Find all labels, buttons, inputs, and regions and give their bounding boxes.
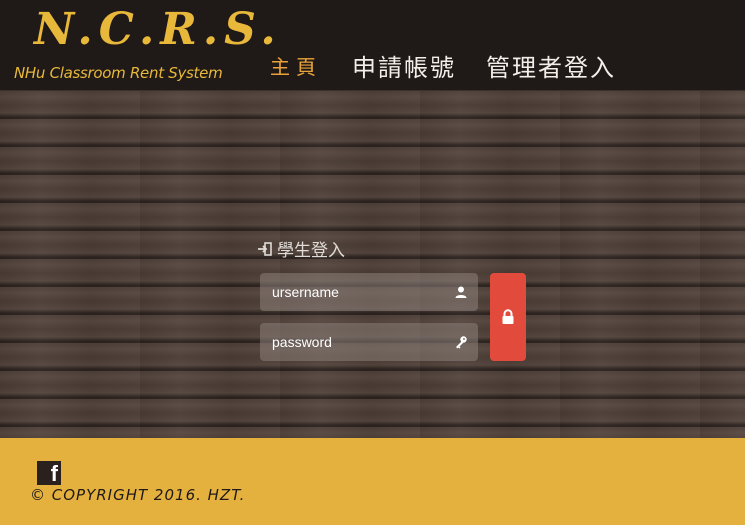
site-footer: f © COPYRIGHT 2016. HZT. (0, 438, 745, 525)
nav-apply-account[interactable]: 申請帳號 (352, 48, 456, 83)
main-nav: 主頁 申請帳號 管理者登入 (270, 48, 646, 83)
login-submit-button[interactable] (490, 273, 526, 361)
username-input[interactable] (260, 273, 450, 311)
facebook-icon[interactable]: f (37, 461, 61, 485)
logo-title[interactable]: N.C.R.S. (34, 4, 282, 55)
logo-subtitle: NHu Classroom Rent System (14, 64, 223, 82)
copyright-text: © COPYRIGHT 2016. HZT. (30, 486, 246, 504)
facebook-glyph: f (50, 461, 58, 486)
lock-icon (502, 309, 514, 324)
login-title-text: 學生登入 (277, 241, 345, 261)
nav-home[interactable]: 主頁 (270, 51, 322, 80)
username-field (260, 273, 478, 311)
site-header: N.C.R.S. NHu Classroom Rent System 主頁 申請… (0, 0, 745, 91)
sign-in-icon (258, 241, 272, 256)
password-input[interactable] (260, 323, 450, 361)
wood-background (0, 91, 745, 438)
key-icon (456, 336, 467, 349)
password-field (260, 323, 478, 361)
user-icon (455, 286, 467, 298)
login-heading: 學生登入 (257, 236, 345, 261)
nav-admin-login[interactable]: 管理者登入 (486, 48, 616, 83)
